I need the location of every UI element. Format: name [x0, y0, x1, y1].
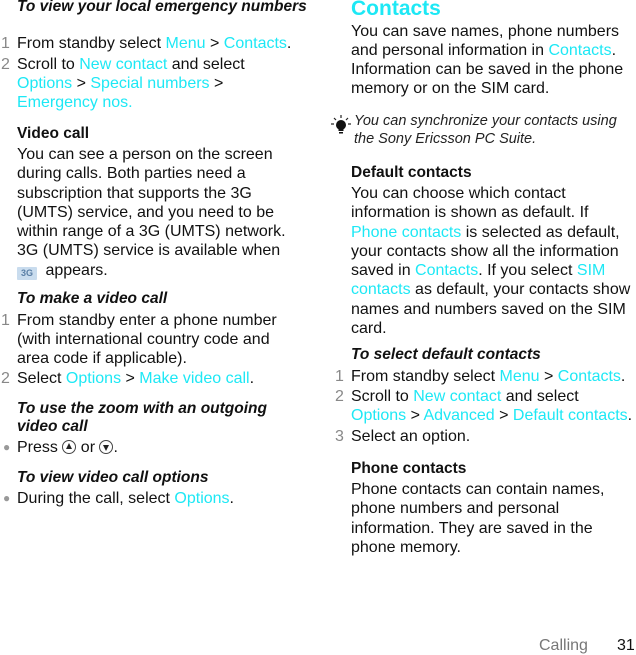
make-video-call-heading: To make a video call: [17, 290, 168, 307]
step-number: 1: [1, 312, 10, 329]
special-numbers-link[interactable]: Special numbers: [90, 75, 209, 92]
menu-link[interactable]: Menu: [500, 368, 540, 385]
step-text: Scroll to: [351, 388, 414, 405]
zoom-heading: To use the zoom with an outgoing video c…: [17, 400, 267, 435]
menu-link[interactable]: Menu: [166, 35, 206, 52]
options-link[interactable]: Options: [17, 75, 72, 92]
section-name: Calling: [539, 637, 588, 654]
separator: >: [406, 407, 424, 424]
separator: >: [121, 370, 140, 387]
punct: .: [113, 439, 118, 456]
body-text: . If you select: [478, 262, 577, 280]
options-link[interactable]: Options: [66, 370, 121, 387]
step-number: 1: [335, 368, 344, 385]
separator: >: [539, 368, 558, 385]
punct: .: [286, 35, 292, 52]
step-number: 2: [335, 388, 344, 405]
emergency-step-2: 2 Scroll to New contact and select Optio…: [1, 55, 307, 112]
video-call-heading: Video call: [17, 125, 90, 142]
default-contacts-heading: Default contacts: [351, 164, 472, 181]
step-text: Select an option.: [351, 428, 471, 445]
step-number: 3: [335, 428, 344, 445]
select-default-heading: To select default contacts: [351, 346, 541, 363]
step-number: 2: [1, 370, 10, 387]
bullet-dot: ●: [3, 440, 11, 454]
step-text: From standby select: [17, 35, 166, 52]
contacts-link[interactable]: Contacts: [224, 35, 287, 52]
body-text: You can choose which contact information…: [351, 185, 589, 222]
video-call-body: You can see a person on the screen durin…: [17, 145, 297, 280]
step-number: 1: [1, 35, 10, 52]
step-text: and select: [501, 388, 579, 405]
step-text: Select: [17, 370, 66, 387]
step-text: and select: [167, 56, 245, 73]
separator: >: [72, 75, 91, 92]
make-video-step-1: 1 From standby enter a phone number (wit…: [1, 311, 302, 368]
contacts-intro: You can save names, phone numbers and pe…: [351, 22, 636, 98]
punct: .: [229, 490, 234, 507]
tip-note: You can synchronize your contacts using …: [331, 112, 636, 148]
step-text: From standby enter a phone number (with …: [17, 312, 277, 367]
select-default-step-1: 1 From standby select Menu > Contacts.: [335, 367, 636, 386]
separator: >: [205, 35, 224, 52]
contacts-link[interactable]: Contacts: [415, 262, 478, 279]
emergency-step-1: 1 From standby select Menu > Contacts.: [1, 34, 317, 53]
bullet-text: or: [76, 439, 100, 456]
bullet-text: Press: [17, 439, 63, 456]
punct: .: [620, 368, 626, 385]
new-contact-link[interactable]: New contact: [79, 56, 167, 73]
3g-network-icon: 3G: [17, 266, 37, 280]
make-video-call-link[interactable]: Make video call: [139, 370, 249, 387]
default-contacts-link[interactable]: Default contacts: [513, 407, 628, 424]
phone-contacts-heading: Phone contacts: [351, 460, 467, 477]
options-link[interactable]: Options: [174, 490, 229, 507]
navigation-down-key-icon: [99, 440, 114, 454]
options-link[interactable]: Options: [351, 407, 406, 424]
separator: >: [209, 75, 224, 92]
select-default-step-3: 3 Select an option.: [335, 427, 471, 446]
step-text: Scroll to: [17, 56, 80, 73]
lightbulb-tip-icon: [331, 115, 351, 134]
step-text: From standby select: [351, 368, 500, 385]
select-default-step-2: 2 Scroll to New contact and select Optio…: [335, 387, 636, 425]
page-number: 31: [617, 637, 635, 654]
phone-contacts-link[interactable]: Phone contacts: [351, 224, 461, 241]
separator: >: [494, 407, 513, 424]
contacts-link[interactable]: Contacts: [548, 42, 611, 59]
bullet-text: During the call, select: [17, 490, 175, 507]
zoom-bullet: ● Press or .: [3, 438, 118, 457]
contacts-title: Contacts: [351, 0, 441, 20]
advanced-link[interactable]: Advanced: [424, 407, 495, 424]
default-contacts-body: You can choose which contact information…: [351, 184, 636, 338]
video-call-text-end: appears.: [41, 261, 108, 279]
video-call-text: You can see a person on the screen durin…: [17, 146, 286, 260]
bullet-dot: ●: [3, 491, 11, 505]
phone-contacts-body: Phone contacts can contain names, phone …: [351, 481, 605, 556]
make-video-step-2: 2 Select Options > Make video call.: [1, 369, 302, 388]
new-contact-link[interactable]: New contact: [413, 388, 501, 405]
step-number: 2: [1, 56, 10, 73]
options-bullet: ● During the call, select Options.: [3, 489, 234, 508]
punct: .: [627, 407, 633, 424]
contacts-link[interactable]: Contacts: [558, 368, 621, 385]
tip-text: You can synchronize your contacts using …: [354, 113, 617, 147]
emergency-heading: To view your local emergency numbers: [17, 0, 307, 15]
emergency-section: To view your local emergency numbers: [17, 0, 317, 16]
options-heading: To view video call options: [17, 469, 209, 486]
emergency-nos-link[interactable]: Emergency nos.: [17, 94, 133, 111]
navigation-up-key-icon: [62, 440, 77, 454]
punct: .: [249, 370, 255, 387]
